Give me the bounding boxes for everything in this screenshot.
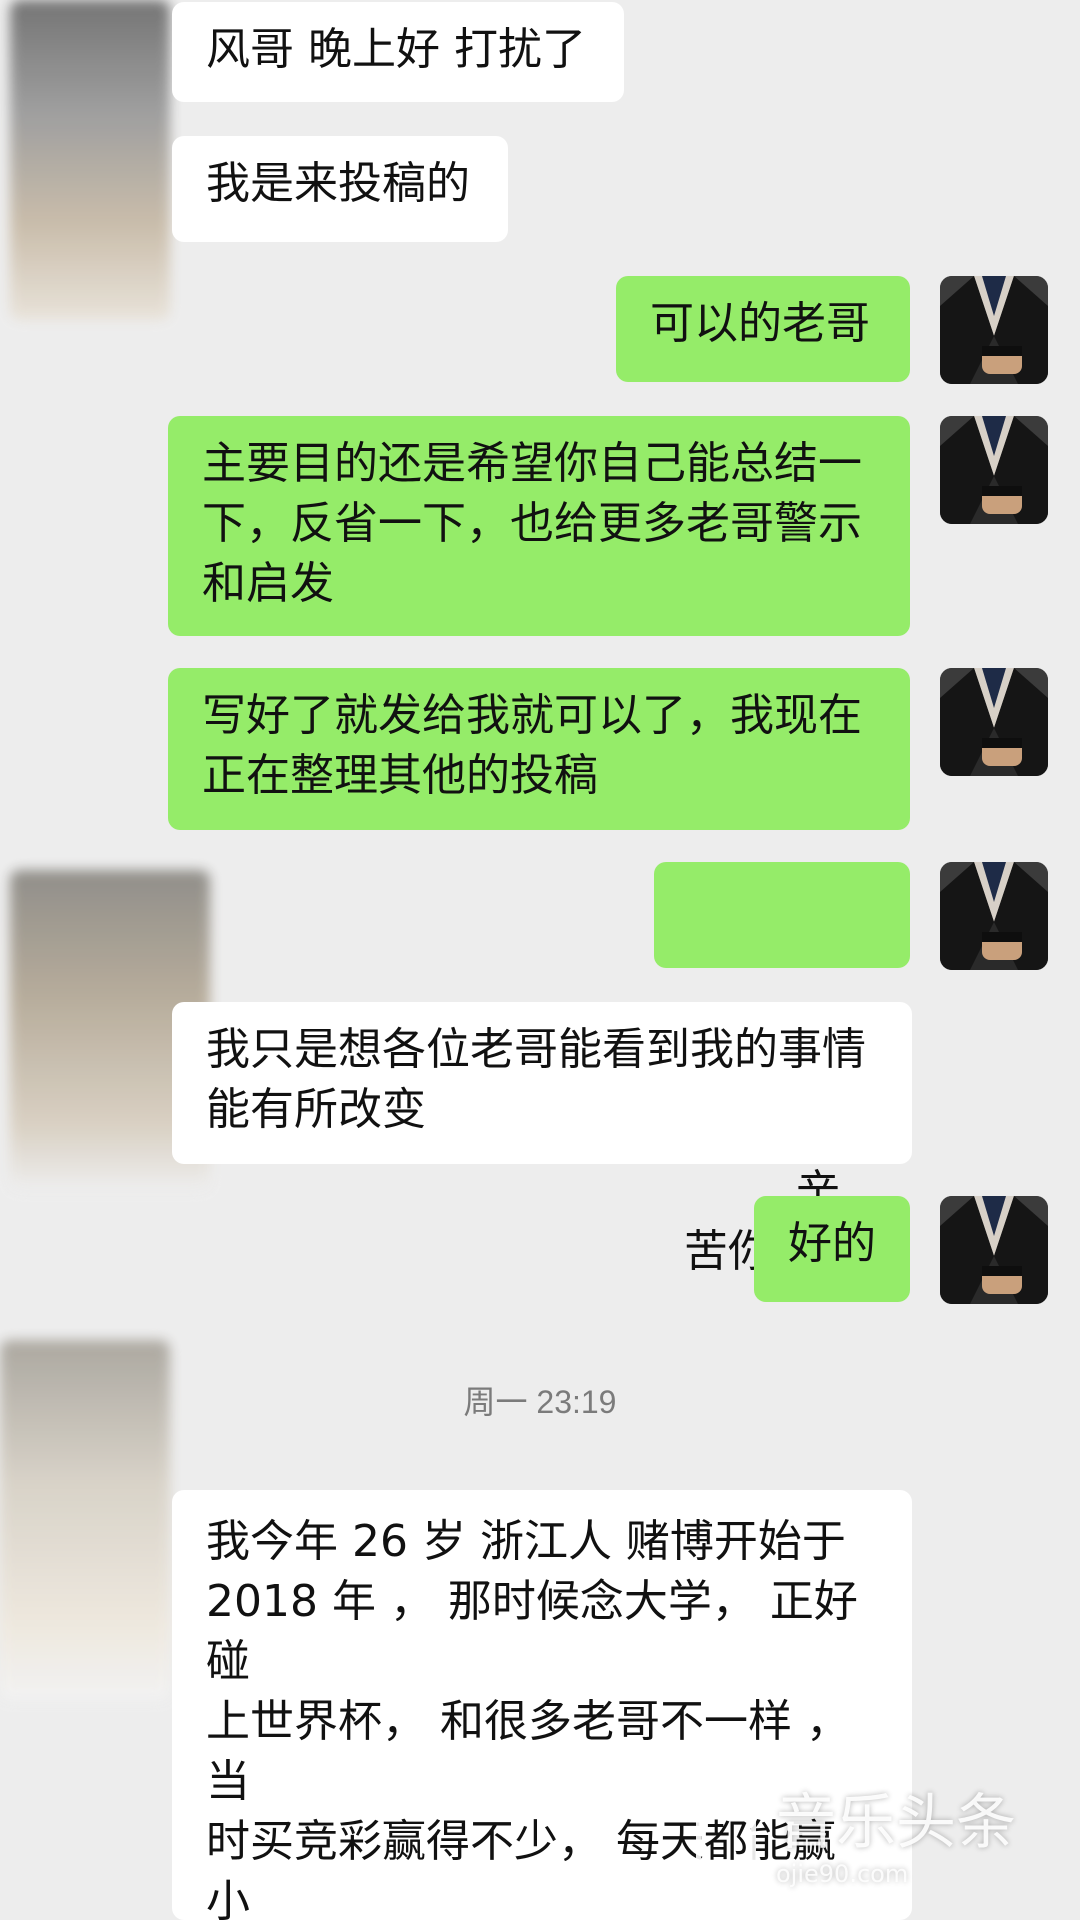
suit-avatar-icon: [940, 276, 1048, 384]
message-bubble-outgoing[interactable]: 写好了就发给我就可以了，我现在 正在整理其他的投稿: [168, 668, 910, 830]
watermark-text: 音乐头条: [776, 1788, 1016, 1858]
watermark-site: ojie90.com: [776, 1860, 909, 1888]
ok-hand-icon: [740, 940, 792, 1105]
message-bubble-incoming[interactable]: 我只是想各位老哥能看到我的事情 能有所改变: [172, 1002, 912, 1164]
message-timestamp: 周一 23:19: [463, 1384, 617, 1420]
watermark-logo-icon: [696, 1806, 756, 1866]
message-bubble-outgoing[interactable]: 主要目的还是希望你自己能总结一 下，反省一下，也给更多老哥警示 和启发: [168, 416, 910, 636]
user-avatar[interactable]: [940, 276, 1048, 384]
message-bubble-outgoing[interactable]: 好的: [754, 1196, 910, 1302]
suit-avatar-icon: [940, 416, 1048, 524]
chat-area[interactable]: 风哥 晚上好 打扰了 我是来投稿的 可以的老哥 主要目的还是希望你自己能总结一 …: [0, 0, 1080, 1920]
user-avatar[interactable]: [940, 862, 1048, 970]
suit-avatar-icon: [940, 668, 1048, 776]
suit-avatar-icon: [940, 862, 1048, 970]
message-bubble-incoming[interactable]: 我是来投稿的: [172, 136, 508, 242]
message-bubble-incoming[interactable]: 风哥 晚上好 打扰了: [172, 2, 624, 102]
user-avatar[interactable]: [940, 416, 1048, 524]
message-bubble-outgoing[interactable]: 辛苦你: [654, 862, 910, 1277]
watermark: 音乐头条 ojie90.com: [696, 1788, 1056, 1888]
user-avatar[interactable]: [940, 668, 1048, 776]
message-bubble-outgoing[interactable]: 可以的老哥: [616, 276, 910, 382]
suit-avatar-icon: [940, 1196, 1048, 1304]
contact-avatar-blurred[interactable]: [10, 0, 170, 320]
user-avatar[interactable]: [940, 1196, 1048, 1304]
